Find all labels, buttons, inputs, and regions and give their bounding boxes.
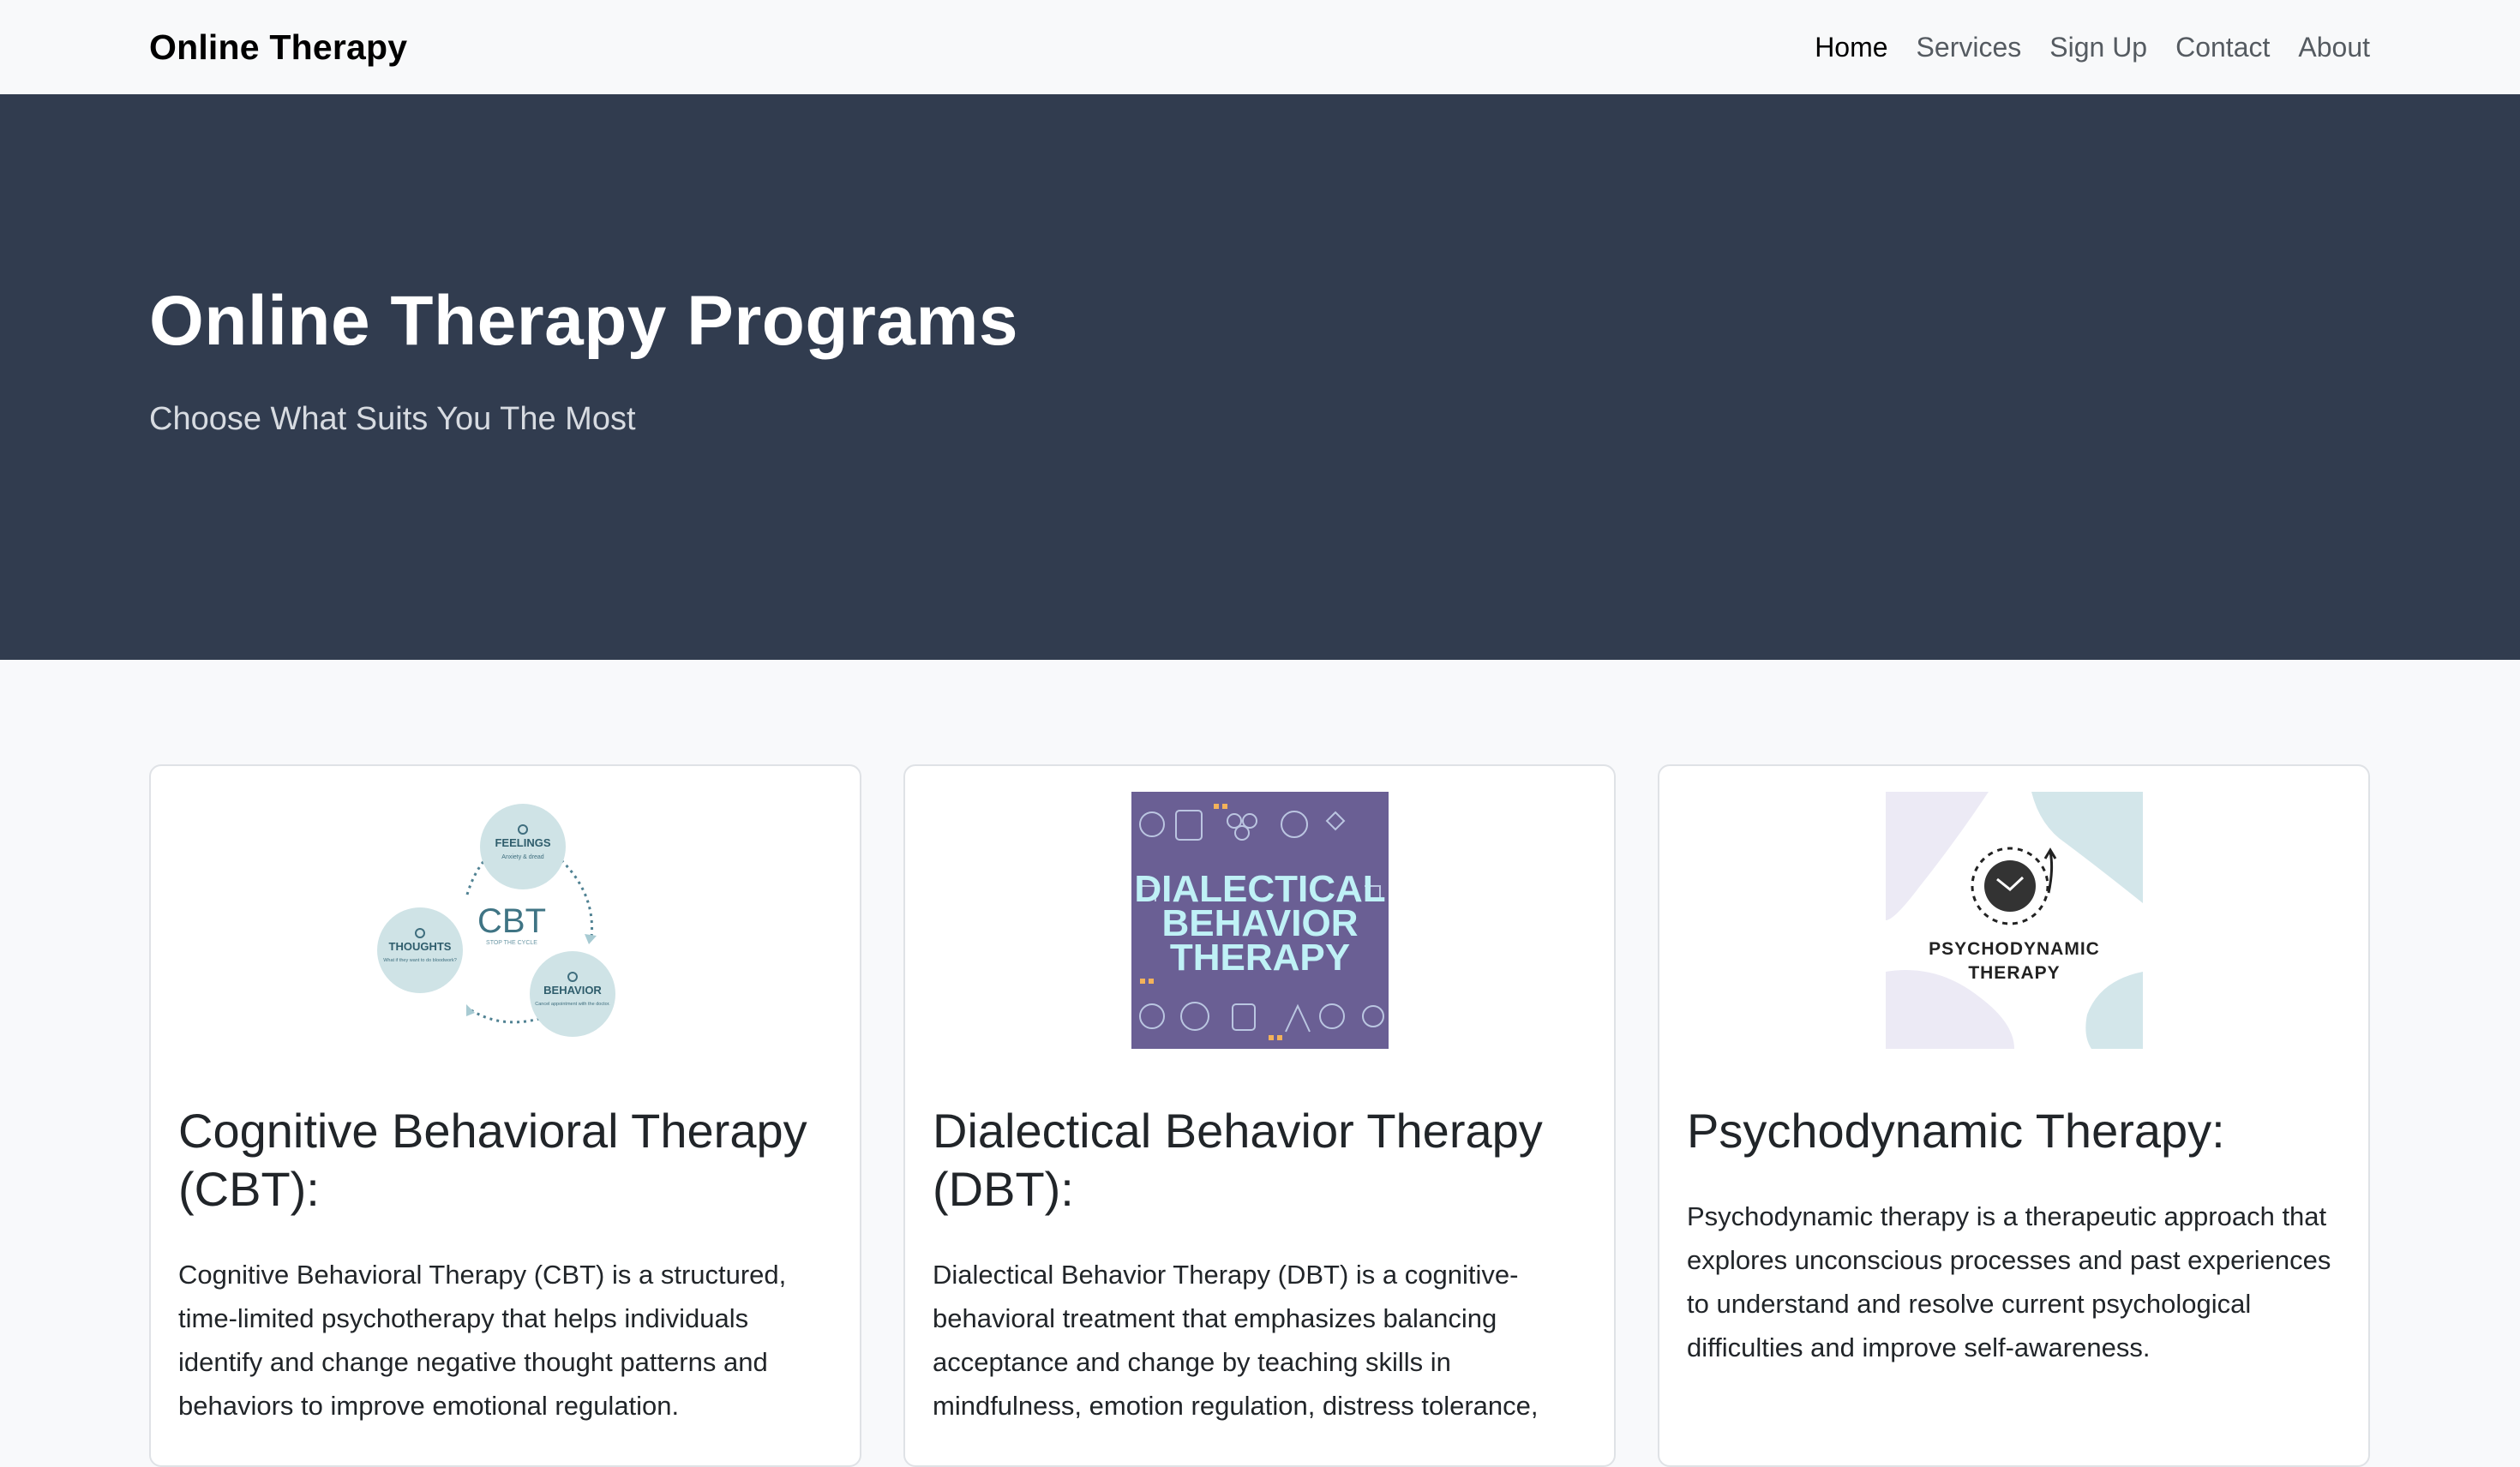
nav-link-services[interactable]: Services [1917, 32, 2022, 63]
cbt-node-thoughts-sub: What if they want to do bloodwork? [383, 958, 457, 963]
cbt-center-label: CBT [477, 902, 546, 940]
card-title: Cognitive Behavioral Therapy (CBT): [178, 1104, 807, 1216]
program-card-cbt[interactable]: FEELINGS Anxiety & dread THOUGHTS What i… [149, 764, 861, 1467]
card-title: Dialectical Behavior Therapy (DBT): [933, 1104, 1543, 1216]
cbt-node-behavior-sub: Cancel appointment with the doctor. [535, 1002, 610, 1007]
program-cards: FEELINGS Anxiety & dread THOUGHTS What i… [149, 764, 2370, 1467]
cbt-node-feelings: FEELINGS [495, 836, 550, 849]
nav-link-home[interactable]: Home [1815, 32, 1887, 63]
dbt-line-3: THERAPY [1169, 937, 1349, 979]
cbt-node-behavior: BEHAVIOR [543, 984, 602, 997]
card-text: Dialectical Behavior Therapy (DBT) is a … [933, 1260, 1539, 1421]
dbt-title-image: DIALECTICAL BEHAVIOR THERAPY [1131, 792, 1389, 1049]
nav-link-about[interactable]: About [2298, 32, 2370, 63]
cbt-center-sub: STOP THE CYCLE [486, 940, 537, 946]
program-card-dbt[interactable]: DIALECTICAL BEHAVIOR THERAPY Dialectical… [903, 764, 1616, 1467]
psychodynamic-line-1: PSYCHODYNAMIC [1929, 939, 2100, 959]
nav-link-contact[interactable]: Contact [2175, 32, 2270, 63]
card-text: Cognitive Behavioral Therapy (CBT) is a … [178, 1260, 787, 1421]
nav-link-sign-up[interactable]: Sign Up [2049, 32, 2147, 63]
navbar: Online Therapy Home Services Sign Up Con… [0, 0, 2520, 94]
hero-banner: Online Therapy Programs Choose What Suit… [0, 94, 2520, 660]
brand-logo[interactable]: Online Therapy [149, 27, 407, 68]
card-title: Psychodynamic Therapy: [1687, 1104, 2225, 1158]
card-text: Psychodynamic therapy is a therapeutic a… [1687, 1201, 2331, 1362]
psychodynamic-image: PSYCHODYNAMIC THERAPY [1885, 792, 2143, 1049]
nav-links: Home Services Sign Up Contact About [1786, 32, 2370, 63]
cbt-cycle-image: FEELINGS Anxiety & dread THOUGHTS What i… [376, 792, 634, 1049]
cbt-node-feelings-sub: Anxiety & dread [501, 854, 544, 860]
hero-title: Online Therapy Programs [149, 282, 1018, 360]
cbt-node-thoughts: THOUGHTS [388, 940, 451, 953]
psychodynamic-line-2: THERAPY [1968, 963, 2060, 983]
hero-subtitle: Choose What Suits You The Most [149, 401, 636, 437]
program-card-psychodynamic[interactable]: PSYCHODYNAMIC THERAPY Psychodynamic Ther… [1658, 764, 2370, 1467]
